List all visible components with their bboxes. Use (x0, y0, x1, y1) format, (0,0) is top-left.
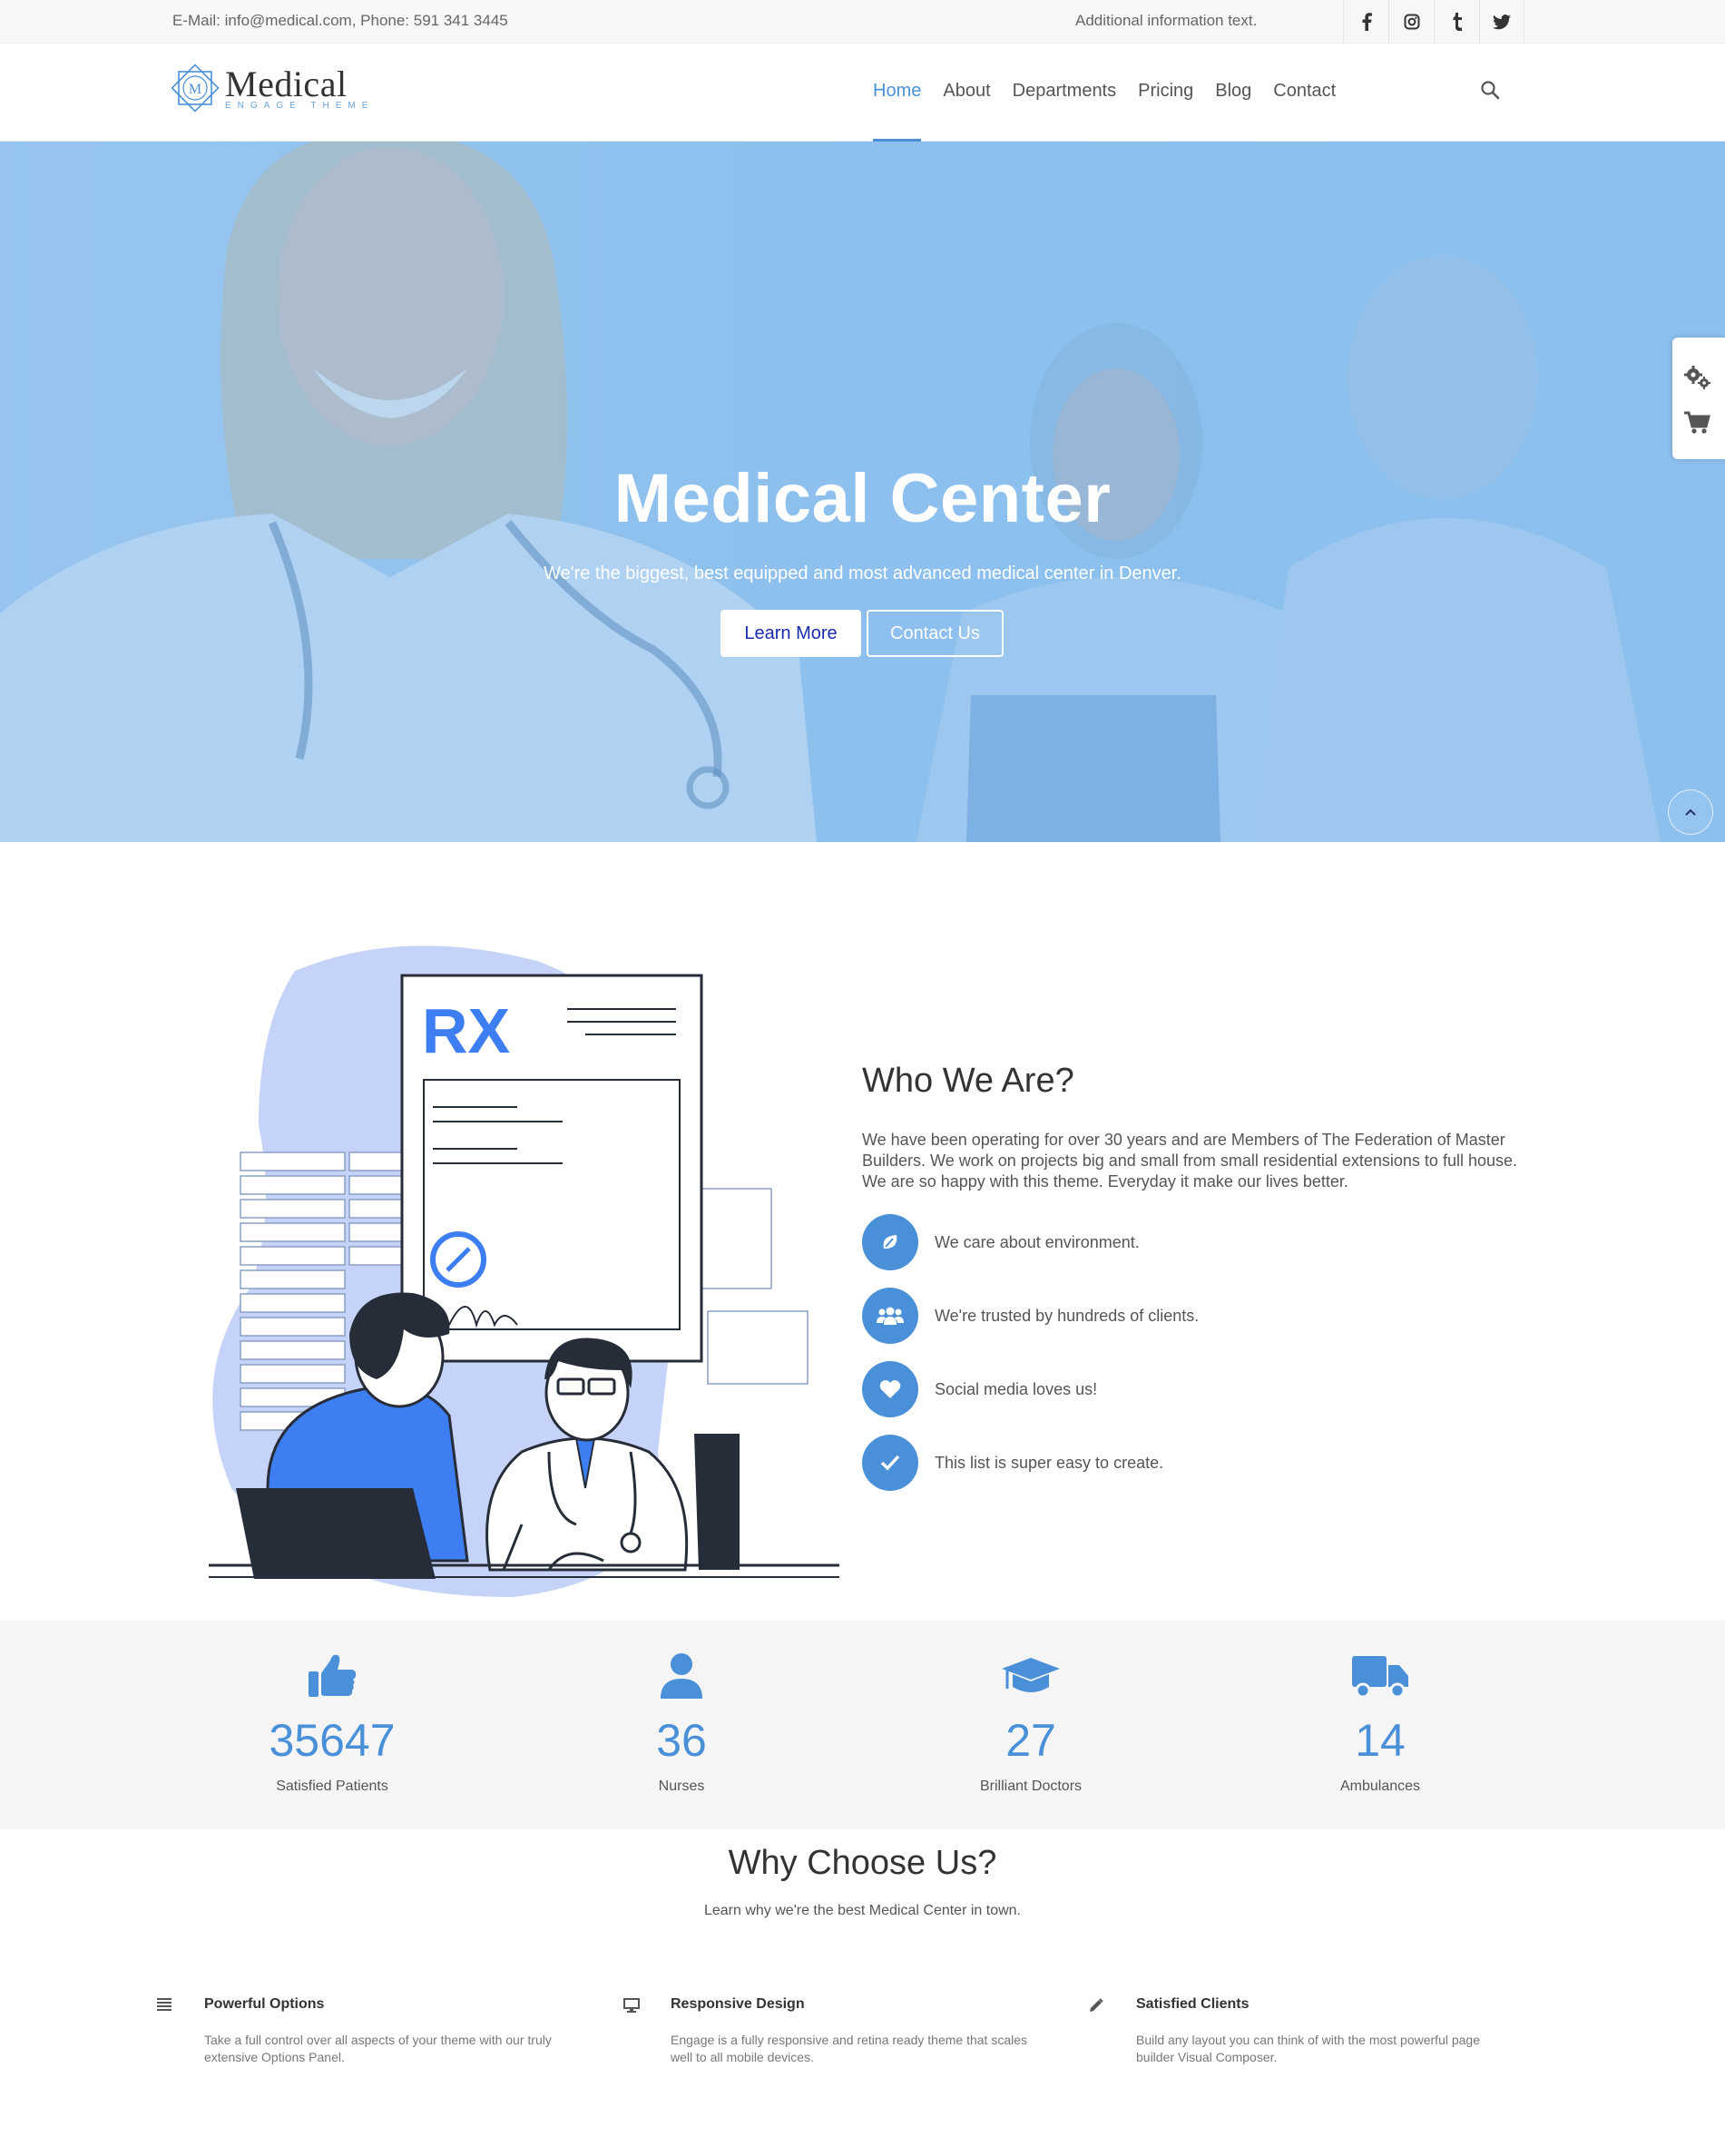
stats-section: 35647 Satisfied Patients 36 Nurses 27 Br… (0, 1621, 1725, 1829)
user-icon (573, 1644, 790, 1708)
graduation-cap-icon (922, 1644, 1140, 1708)
search-icon[interactable] (1480, 80, 1500, 104)
who-we-are-section: Who We Are? We have been operating for o… (862, 1062, 1543, 1192)
feature-label: We care about environment. (935, 1232, 1140, 1251)
users-icon (862, 1288, 918, 1344)
instagram-icon[interactable] (1388, 0, 1434, 44)
learn-more-button[interactable]: Learn More (720, 610, 861, 657)
tumblr-icon[interactable] (1434, 0, 1479, 44)
hero-section: Medical Center We're the biggest, best e… (0, 142, 1725, 842)
feature-label: This list is super easy to create. (935, 1453, 1164, 1472)
nav-departments[interactable]: Departments (1013, 44, 1117, 142)
why-title: Why Choose Us? (728, 1844, 997, 1882)
scroll-to-top-button[interactable] (1668, 789, 1713, 835)
hero-subtitle: We're the biggest, best equipped and mos… (544, 564, 1181, 583)
stat-value: 27 (1005, 1715, 1056, 1766)
why-column-text: Engage is a fully responsive and retina … (671, 2033, 1028, 2064)
truck-icon (1271, 1644, 1489, 1708)
stat-value: 35647 (269, 1715, 396, 1766)
check-icon (862, 1435, 918, 1491)
feature-trusted: We're trusted by hundreds of clients. (862, 1288, 1199, 1344)
stat-label: Brilliant Doctors (979, 1779, 1083, 1794)
chevron-up-icon (1685, 808, 1696, 816)
social-links (1343, 0, 1524, 44)
site-header: M Medical ENGAGE THEME Home About Depart… (0, 44, 1725, 142)
thumbs-up-icon (223, 1644, 441, 1708)
stat-brilliant-doctors: 27 Brilliant Doctors (922, 1621, 1140, 1795)
heart-icon (862, 1361, 918, 1417)
logo[interactable]: M Medical ENGAGE THEME (171, 64, 374, 113)
monitor-icon (623, 1998, 640, 2017)
why-column-text: Build any layout you can think of with t… (1136, 2033, 1480, 2064)
why-subtitle: Learn why we're the best Medical Center … (703, 1903, 1021, 1918)
why-column-options: Powerful Options Take a full control ove… (157, 1996, 585, 2066)
twitter-icon[interactable] (1479, 0, 1524, 44)
feature-environment: We care about environment. (862, 1214, 1140, 1270)
doctor-consultation-illustration: RX (209, 946, 839, 1597)
nav-about[interactable]: About (943, 44, 990, 142)
feature-easy: This list is super easy to create. (862, 1435, 1163, 1491)
logo-tagline: ENGAGE THEME (225, 100, 375, 111)
settings-gears-icon[interactable] (1683, 365, 1712, 395)
cart-icon[interactable] (1683, 410, 1710, 440)
stat-label: Nurses (658, 1779, 705, 1794)
logo-name: Medical (225, 63, 348, 104)
rx-symbol: RX (422, 995, 511, 1066)
feature-social: Social media loves us! (862, 1361, 1097, 1417)
additional-info: Additional information text. (1075, 12, 1258, 29)
contact-us-button[interactable]: Contact Us (867, 610, 1004, 657)
stat-satisfied-patients: 35647 Satisfied Patients (223, 1621, 441, 1795)
svg-text:M: M (189, 82, 201, 97)
nav-pricing[interactable]: Pricing (1138, 44, 1193, 142)
leaf-icon (862, 1214, 918, 1270)
feature-label: We're trusted by hundreds of clients. (935, 1306, 1200, 1325)
main-nav: Home About Departments Pricing Blog Cont… (862, 44, 1347, 142)
why-column-title: Powerful Options (204, 1996, 325, 2012)
feature-label: Social media loves us! (935, 1379, 1098, 1398)
nav-contact[interactable]: Contact (1273, 44, 1336, 142)
why-column-responsive: Responsive Design Engage is a fully resp… (623, 1996, 1052, 2066)
stat-ambulances: 14 Ambulances (1271, 1621, 1489, 1795)
contact-info: E-Mail: info@medical.com, Phone: 591 341… (172, 12, 508, 29)
side-panel (1672, 338, 1725, 459)
stat-value: 36 (656, 1715, 707, 1766)
who-title: Who We Are? (862, 1062, 1074, 1100)
who-text: We have been operating for over 30 years… (862, 1131, 1517, 1191)
logo-emblem-icon: M (171, 64, 220, 113)
why-column-title: Responsive Design (671, 1996, 805, 2012)
stat-nurses: 36 Nurses (573, 1621, 790, 1795)
why-column-clients: Satisfied Clients Build any layout you c… (1090, 1996, 1517, 2066)
why-choose-us-section: Why Choose Us? Learn why we're the best … (0, 1844, 1725, 1919)
stat-value: 14 (1355, 1715, 1406, 1766)
hero-title: Medical Center (613, 460, 1112, 537)
top-bar: E-Mail: info@medical.com, Phone: 591 341… (0, 0, 1725, 44)
list-icon (157, 1998, 172, 2015)
why-column-text: Take a full control over all aspects of … (204, 2033, 552, 2064)
why-column-title: Satisfied Clients (1136, 1996, 1250, 2012)
pencil-icon (1089, 1998, 1103, 2017)
stat-label: Satisfied Patients (276, 1779, 388, 1794)
nav-blog[interactable]: Blog (1215, 44, 1251, 142)
facebook-icon[interactable] (1343, 0, 1388, 44)
stat-label: Ambulances (1339, 1779, 1421, 1794)
nav-home[interactable]: Home (873, 44, 922, 142)
